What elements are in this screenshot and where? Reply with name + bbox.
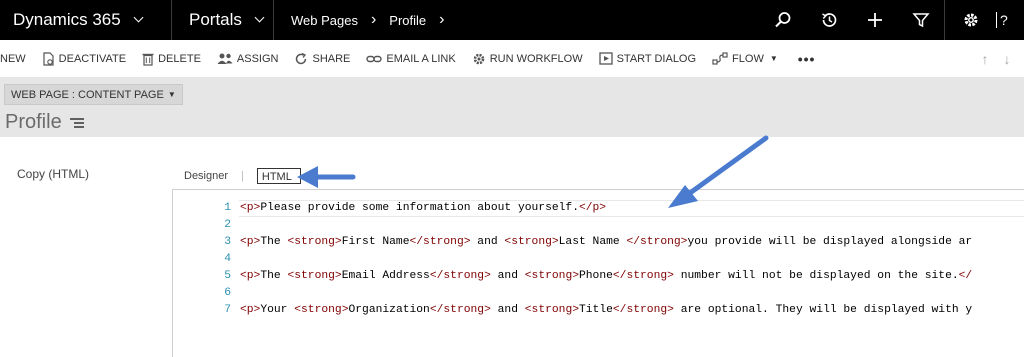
command-bar: NEW DEACTIVATE DELETE ASSIGN SHARE EMAIL… — [0, 40, 1024, 78]
start-dialog-button[interactable]: START DIALOG — [591, 40, 704, 78]
assign-icon — [217, 53, 233, 64]
help-label: ? — [996, 12, 1008, 28]
line-number: 1 — [224, 202, 231, 214]
code-line[interactable]: 5 <p>The <strong>Email Address</strong> a… — [173, 268, 1024, 285]
share-icon — [296, 52, 307, 64]
line-number: 5 — [224, 270, 231, 282]
email-link-button[interactable]: EMAIL A LINK — [358, 40, 463, 78]
form-selector[interactable]: WEB PAGE : CONTENT PAGE ▼ — [4, 84, 183, 105]
start-dialog-label: START DIALOG — [616, 52, 697, 65]
code-text: <p>The <strong>Email Address</strong> an… — [240, 270, 973, 282]
line-number: 3 — [224, 236, 231, 248]
flow-icon — [712, 52, 728, 65]
run-workflow-label: RUN WORKFLOW — [489, 52, 583, 65]
app-title: Dynamics 365 — [13, 10, 121, 29]
form-header: WEB PAGE : CONTENT PAGE ▼ Profile — [0, 78, 1024, 137]
record-navigation: ↑ ↓ — [974, 40, 1018, 78]
form-selector-label: WEB PAGE : CONTENT PAGE — [11, 88, 164, 101]
chevron-right-icon: › — [370, 11, 377, 28]
arrow-down-icon[interactable]: ↓ — [996, 51, 1018, 67]
deactivate-button[interactable]: DEACTIVATE — [34, 40, 134, 78]
more-commands-button[interactable]: ••• — [786, 40, 828, 78]
tab-html[interactable]: HTML — [256, 168, 301, 184]
html-code-editor[interactable]: 1 <p>Please provide some information abou… — [172, 189, 1024, 357]
code-line[interactable]: 6 — [173, 285, 1024, 302]
list-menu-icon[interactable] — [69, 117, 84, 129]
line-number: 6 — [224, 287, 231, 299]
chevron-down-icon — [133, 12, 144, 22]
code-line[interactable]: 1 <p>Please provide some information abou… — [173, 200, 1024, 217]
workflow-icon — [473, 53, 484, 64]
chevron-down-icon — [254, 12, 265, 22]
code-text: <p>Your <strong>Organization</strong> an… — [240, 304, 973, 316]
run-workflow-button[interactable]: RUN WORKFLOW — [464, 40, 591, 78]
chevron-right-icon[interactable]: › — [439, 12, 444, 28]
flow-label: FLOW — [732, 52, 764, 65]
search-icon[interactable] — [760, 0, 806, 40]
code-line[interactable]: 4 — [173, 251, 1024, 268]
share-label: SHARE — [312, 52, 351, 65]
filter-icon[interactable] — [898, 0, 944, 40]
assign-label: ASSIGN — [236, 52, 279, 65]
code-text: <p>The <strong>First Name</strong> and <… — [240, 236, 973, 248]
caret-down-icon: ▼ — [167, 90, 176, 99]
deactivate-icon — [43, 51, 54, 66]
flow-button[interactable]: FLOW ▼ — [704, 40, 786, 78]
caret-down-icon: ▼ — [769, 54, 778, 63]
page-title: Profile — [5, 111, 84, 134]
breadcrumb-web-pages[interactable]: Web Pages — [291, 13, 358, 28]
link-icon — [366, 55, 383, 62]
dialog-icon — [598, 52, 613, 65]
history-icon[interactable] — [806, 0, 852, 40]
share-button[interactable]: SHARE — [286, 40, 358, 78]
email-link-label: EMAIL A LINK — [386, 52, 456, 65]
tab-designer[interactable]: Designer — [184, 170, 228, 182]
tab-separator: | — [241, 170, 244, 182]
settings-icon[interactable] — [944, 0, 996, 40]
new-label: NEW — [0, 52, 26, 65]
new-button[interactable]: NEW — [0, 40, 34, 78]
code-line[interactable]: 7 <p>Your <strong>Organization</strong> a… — [173, 302, 1024, 319]
editor-tabs: Designer | HTML — [184, 168, 301, 184]
delete-button[interactable]: DELETE — [134, 40, 209, 78]
arrow-up-icon[interactable]: ↑ — [974, 51, 996, 67]
top-nav-bar: Dynamics 365 Portals Web Pages › Profile… — [0, 0, 1024, 40]
plus-icon[interactable] — [852, 0, 898, 40]
area-title: Portals — [189, 10, 242, 29]
code-text: <p>Please provide some information about… — [240, 202, 607, 214]
global-toolbar: ? — [760, 0, 1024, 40]
record-title: Profile — [5, 111, 62, 133]
breadcrumb: Web Pages › Profile › — [274, 0, 457, 40]
code-line[interactable]: 2 — [173, 217, 1024, 234]
delete-label: DELETE — [158, 52, 201, 65]
breadcrumb-profile[interactable]: Profile — [389, 13, 426, 28]
assign-button[interactable]: ASSIGN — [209, 40, 287, 78]
line-number: 2 — [224, 219, 231, 231]
app-switcher[interactable]: Dynamics 365 — [0, 0, 172, 40]
arrow-to-html-tab — [297, 166, 356, 188]
help-icon[interactable]: ? — [996, 0, 1024, 40]
line-number: 7 — [224, 304, 231, 316]
area-switcher[interactable]: Portals — [172, 0, 274, 40]
deactivate-label: DEACTIVATE — [58, 52, 127, 65]
copy-html-label: Copy (HTML) — [17, 167, 90, 181]
code-line[interactable]: 3 <p>The <strong>First Name</strong> and … — [173, 234, 1024, 251]
line-number: 4 — [224, 253, 231, 265]
trash-icon — [142, 53, 154, 66]
